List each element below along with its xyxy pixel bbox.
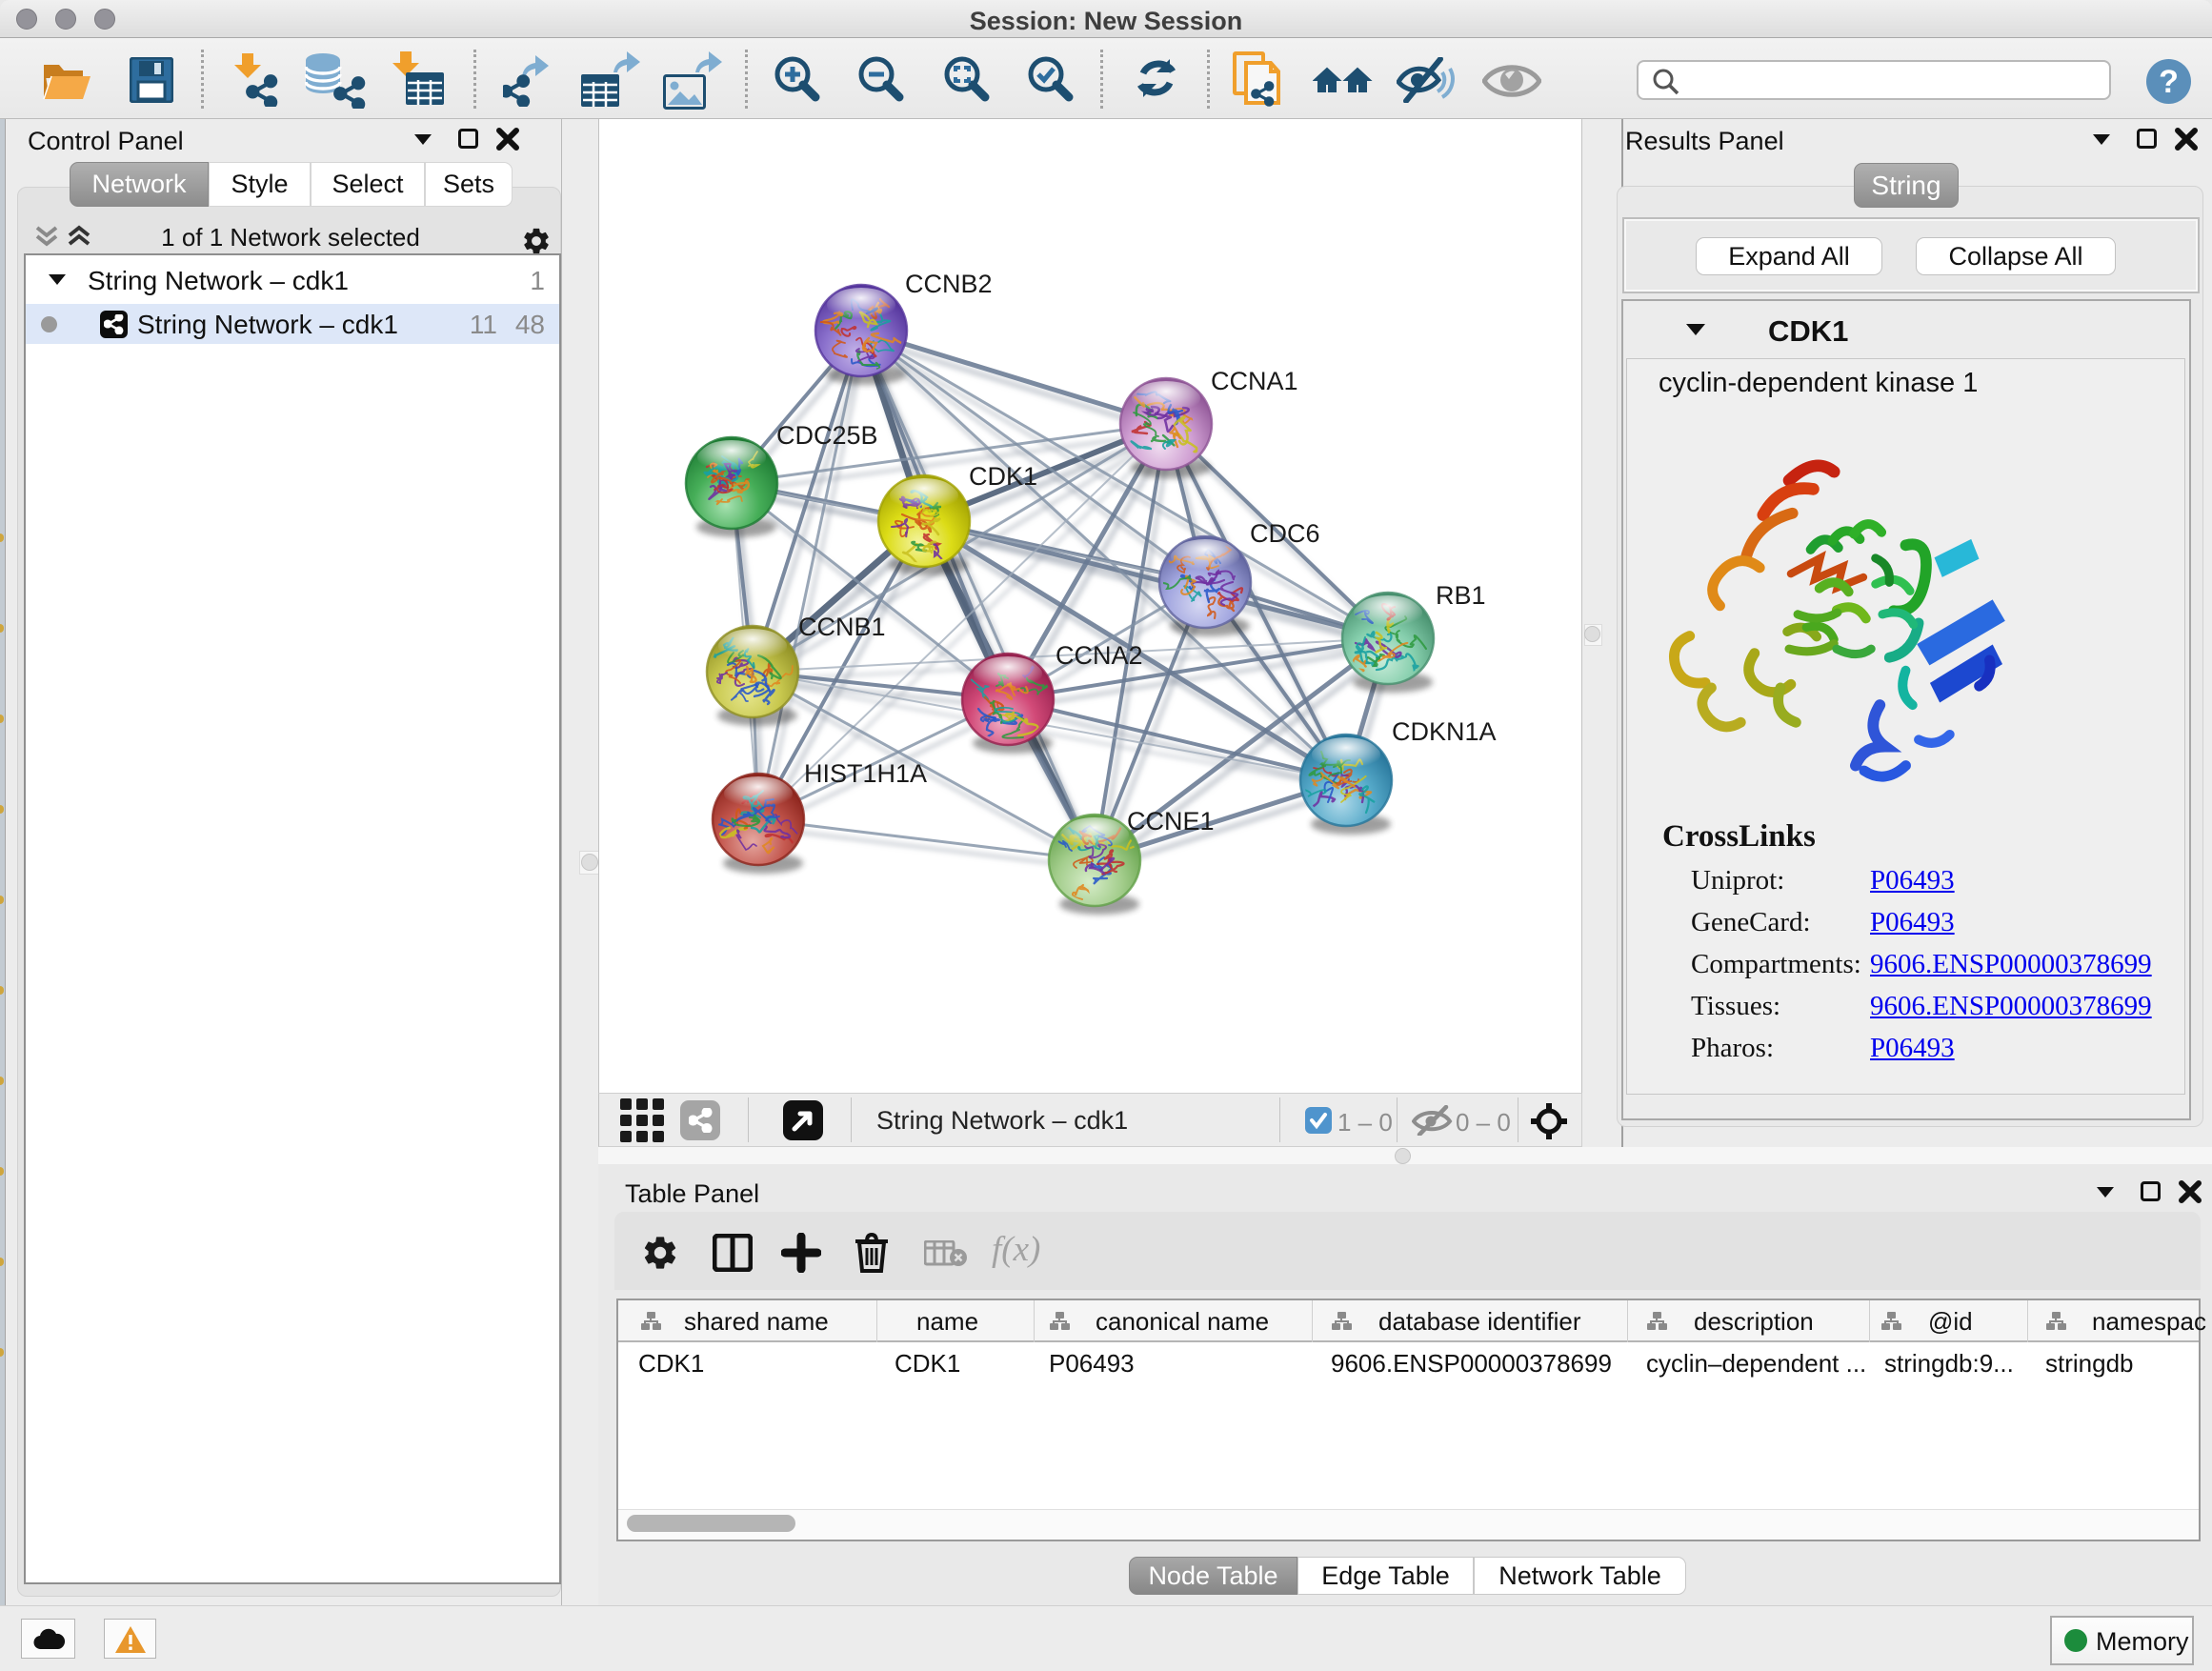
svg-text:CDKN1A: CDKN1A	[1392, 717, 1497, 746]
svg-text:CDK1: CDK1	[969, 462, 1037, 491]
svg-text:CCNE1: CCNE1	[1127, 807, 1215, 836]
svg-text:CCNA1: CCNA1	[1211, 367, 1298, 395]
svg-text:CCNB1: CCNB1	[798, 613, 886, 641]
svg-text:HIST1H1A: HIST1H1A	[804, 759, 927, 788]
svg-text:CCNB2: CCNB2	[905, 270, 993, 298]
svg-text:CDC25B: CDC25B	[776, 421, 878, 450]
svg-text:CCNA2: CCNA2	[1056, 641, 1143, 670]
svg-text:RB1: RB1	[1436, 581, 1486, 610]
svg-text:CDC6: CDC6	[1250, 519, 1320, 548]
